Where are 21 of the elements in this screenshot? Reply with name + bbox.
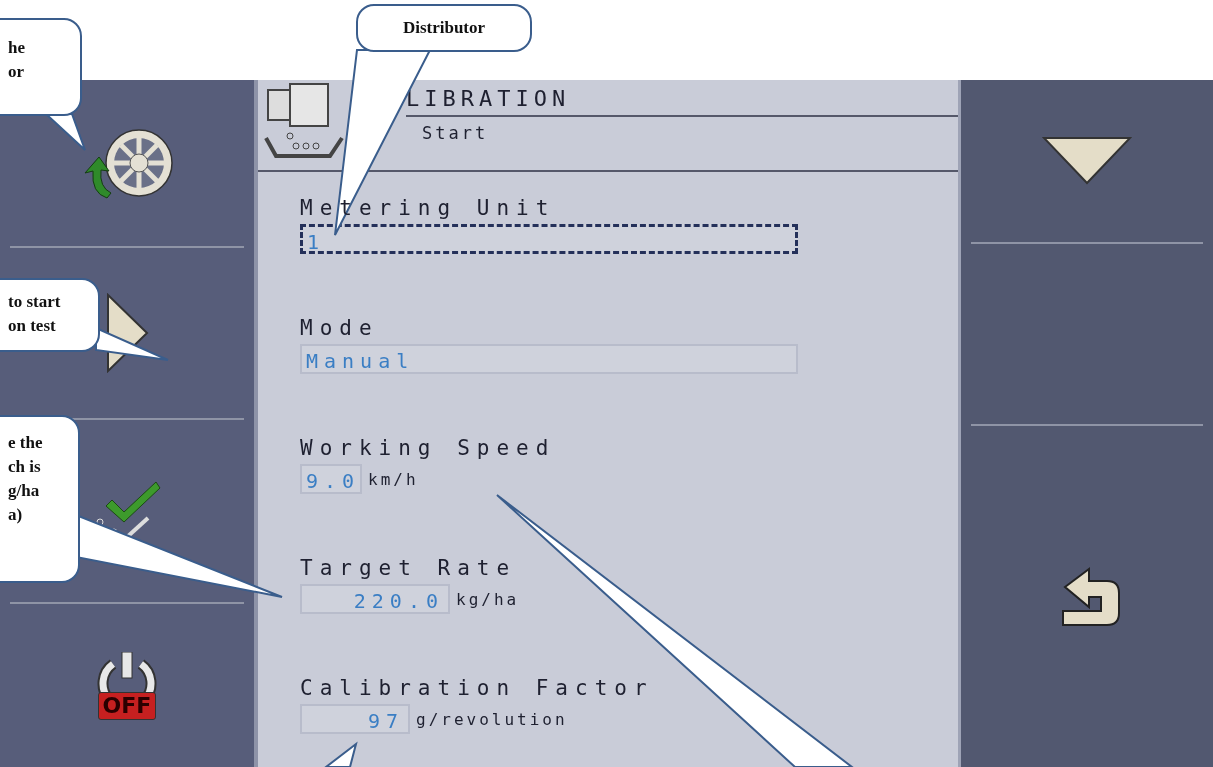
unit-label: kg/ha — [456, 589, 520, 609]
field-label: Target Rate — [300, 556, 518, 580]
callout-text: he or — [8, 37, 26, 83]
callout-text: to start on test — [8, 291, 62, 337]
callout-text: e the ch is g/ha a) — [8, 432, 44, 526]
step-label: Start — [421, 122, 490, 143]
callout-tail — [323, 741, 358, 767]
power-key[interactable]: OFF — [10, 604, 244, 767]
unit-label: km/h — [368, 469, 419, 489]
unit-label: g/revolution — [416, 709, 568, 729]
callout-text: Distributor — [401, 17, 487, 39]
input-field[interactable]: 97 — [300, 704, 410, 734]
input-field[interactable]: Manual — [300, 344, 798, 374]
off-badge: OFF — [97, 691, 157, 720]
field-label: Working Speed — [300, 436, 557, 460]
input-field[interactable]: 1 — [300, 224, 798, 254]
field-label: Calibration Factor — [300, 676, 655, 700]
input-field[interactable]: 220.0 — [300, 584, 450, 614]
field-label: Mode — [300, 316, 380, 340]
down-triangle-icon — [1042, 136, 1132, 186]
input-field[interactable]: 9.0 — [300, 464, 362, 494]
